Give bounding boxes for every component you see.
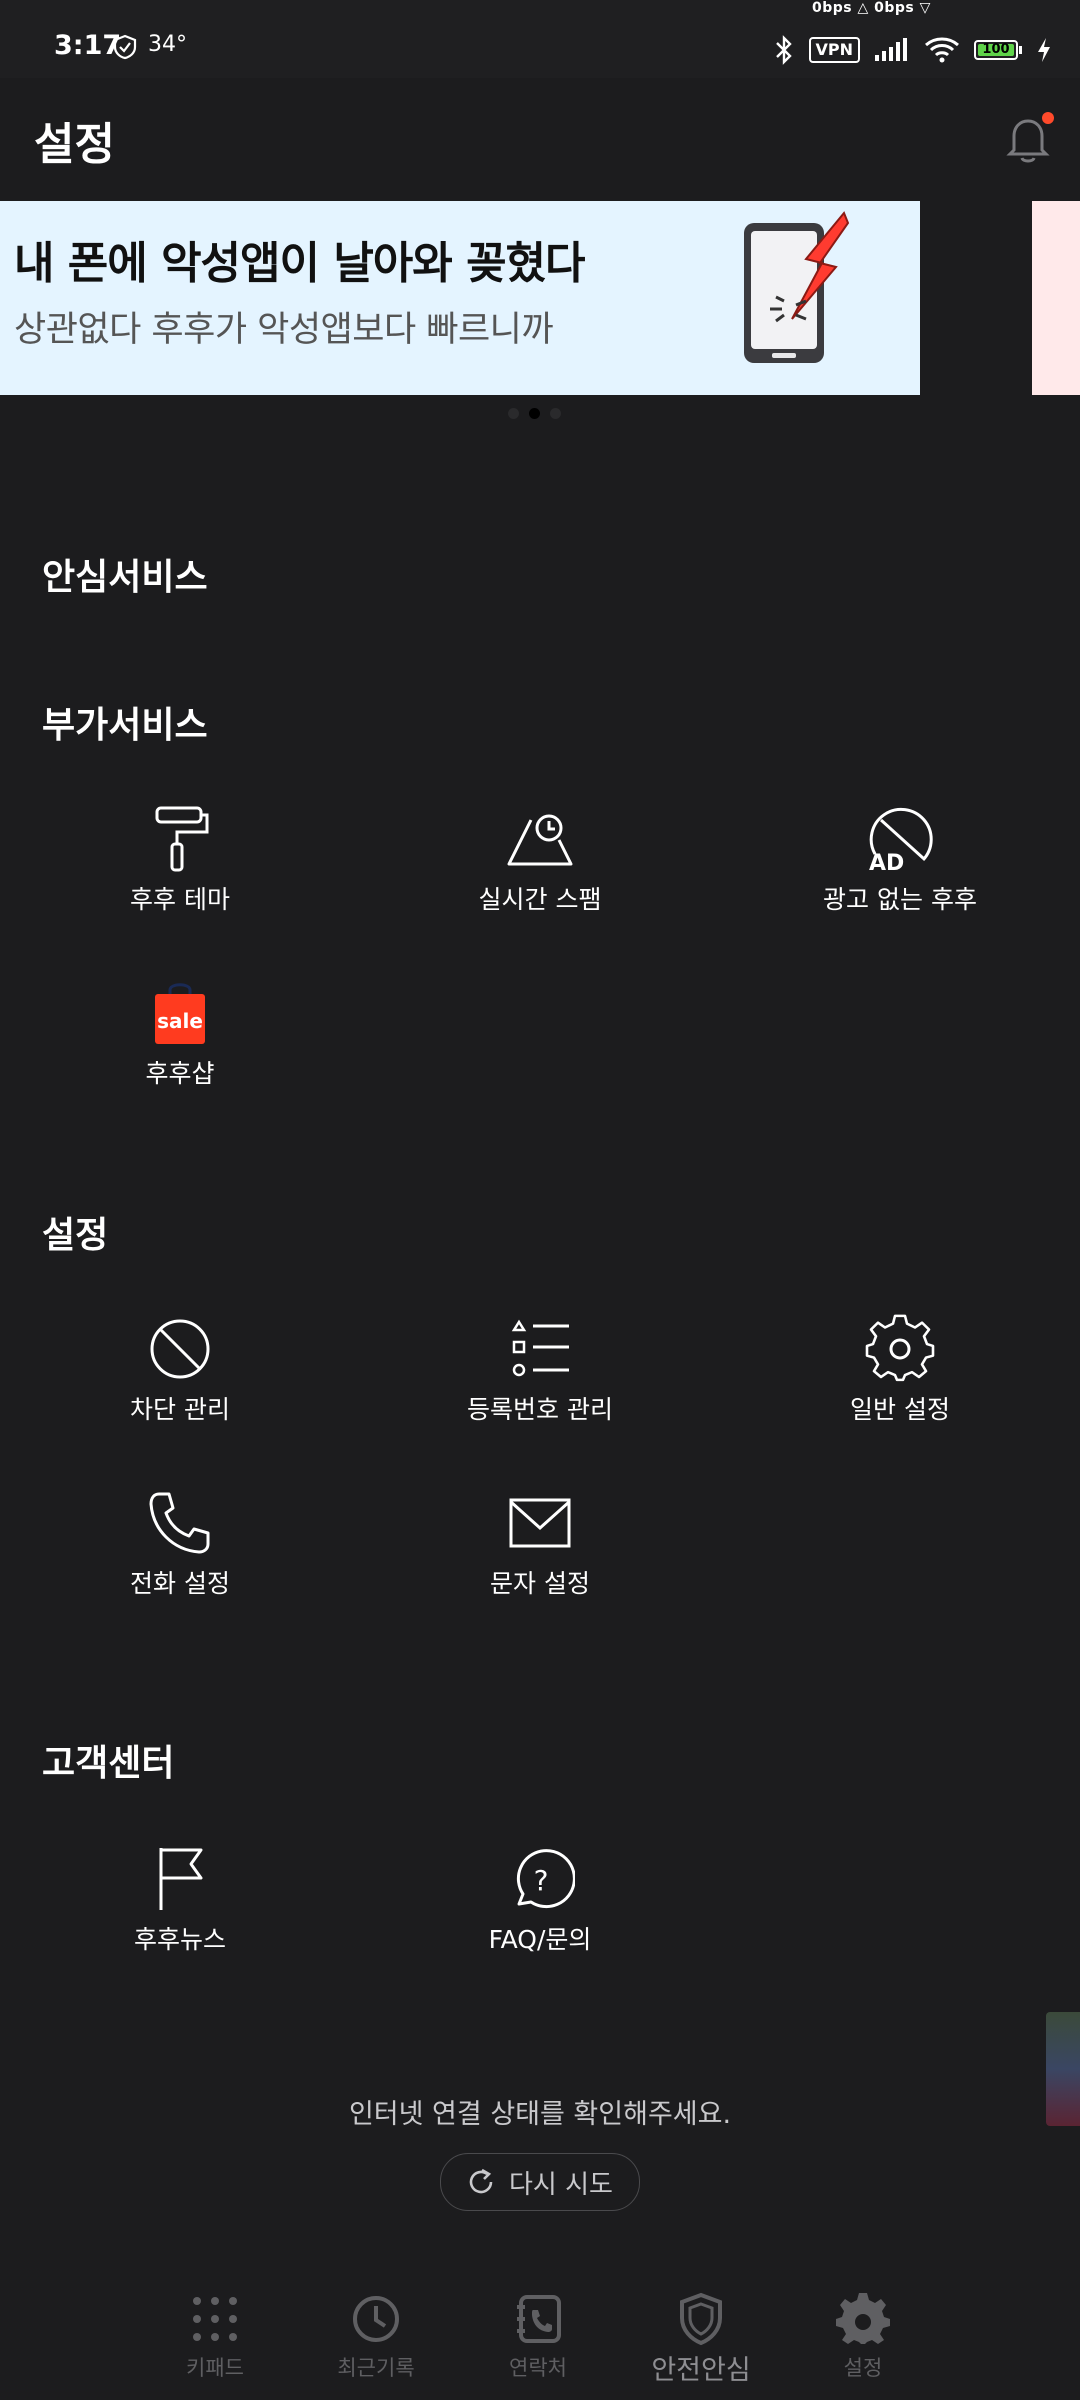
section-title-safe-service: 안심서비스 [42, 557, 208, 598]
menu-item-label: 문자 설정 [490, 1569, 590, 1598]
flag-icon [159, 1848, 203, 1910]
menu-item-label: 등록번호 관리 [467, 1395, 613, 1424]
menu-item-label: 실시간 스팸 [478, 885, 602, 914]
section-title-settings: 설정 [42, 1215, 109, 1256]
pagination-dot-active [529, 408, 540, 419]
menu-item-shop[interactable]: sale 후후샵 [30, 978, 330, 1128]
menu-item-message-settings[interactable]: 문자 설정 [390, 1488, 690, 1638]
nav-tab-label: 설정 [843, 2356, 883, 2380]
page-title: 설정 [34, 119, 115, 170]
charging-icon [1038, 38, 1050, 62]
list-icon [511, 1319, 569, 1377]
menu-item-theme[interactable]: 후후 테마 [30, 804, 330, 954]
vpn-icon: VPN [808, 37, 860, 63]
nav-tab-label: 연락처 [509, 2356, 567, 2380]
menu-item-label: 후후샵 [145, 1059, 215, 1088]
menu-item-general-settings[interactable]: 일반 설정 [750, 1314, 1050, 1464]
pagination-dot [508, 408, 519, 419]
network-error-message: 인터넷 연결 상태를 확인해주세요. [348, 2099, 732, 2130]
retry-button[interactable]: 다시 시도 [440, 2153, 640, 2211]
sale-bag-icon: sale [155, 983, 205, 1044]
gear-icon [865, 1314, 935, 1382]
nav-tab-contacts[interactable]: 연락처 [458, 2270, 618, 2400]
battery-icon: 100 [974, 40, 1022, 60]
menu-item-label: 전화 설정 [130, 1569, 230, 1598]
banner-subtitle: 상관없다 후후가 악성앱보다 빠르니까 [14, 310, 554, 350]
no-ad-icon: AD [869, 807, 933, 874]
status-icons: VPN 100 [773, 30, 1053, 70]
nav-tab-keypad[interactable]: 키패드 [135, 2270, 295, 2400]
paint-roller-icon [155, 806, 209, 872]
section-title-extra-service: 부가서비스 [42, 705, 208, 746]
menu-item-label: 광고 없는 후후 [823, 885, 977, 914]
floating-side-tab[interactable] [1046, 2012, 1080, 2126]
mail-icon [509, 1498, 571, 1548]
question-bubble-icon: ? [516, 1849, 575, 1909]
keypad-icon [193, 2297, 237, 2341]
menu-item-label: 차단 관리 [130, 1395, 230, 1424]
menu-item-label: 후후 테마 [130, 885, 230, 914]
nav-tab-label: 안전안심 [651, 2355, 751, 2386]
notification-button[interactable] [1000, 108, 1056, 168]
notification-badge [1042, 112, 1054, 124]
promo-banner[interactable]: 내 폰에 악성앱이 날아와 꽂혔다 상관없다 후후가 악성앱보다 빠르니까 [0, 201, 920, 395]
menu-item-block-manage[interactable]: 차단 관리 [30, 1314, 330, 1464]
menu-item-news[interactable]: 후후뉴스 [30, 1844, 330, 1994]
menu-item-faq[interactable]: ? FAQ/문의 [390, 1844, 690, 1994]
menu-item-no-ad[interactable]: AD 광고 없는 후후 [750, 804, 1050, 954]
block-icon [150, 1319, 210, 1379]
shield-icon [680, 2292, 722, 2346]
menu-item-realtime-spam[interactable]: 실시간 스팸 [390, 804, 690, 954]
refresh-icon [469, 2168, 493, 2194]
nav-tab-safety[interactable]: 안전안심 [621, 2270, 781, 2400]
nav-tab-settings[interactable]: 설정 [783, 2270, 943, 2400]
nav-tab-recent[interactable]: 최근기록 [296, 2270, 456, 2400]
retry-label: 다시 시도 [509, 2169, 613, 2200]
status-temperature: 34° [148, 32, 187, 57]
signal-icon [875, 38, 907, 61]
menu-item-call-settings[interactable]: 전화 설정 [30, 1488, 330, 1638]
contacts-icon [517, 2295, 561, 2343]
menu-item-registered-numbers[interactable]: 등록번호 관리 [390, 1314, 690, 1464]
realtime-spam-icon [507, 814, 573, 866]
network-speed: 0bps △ 0bps ▽ [812, 0, 931, 16]
menu-item-label: 일반 설정 [850, 1395, 950, 1424]
svg-text:AD: AD [869, 851, 904, 874]
sale-badge-text: sale [157, 1009, 203, 1033]
bottom-navigation: 키패드 최근기록 연락처 안전안심 설정 [0, 2270, 1080, 2400]
gear-icon [836, 2293, 890, 2344]
clock-icon [353, 2296, 399, 2342]
next-banner-peek[interactable] [1032, 201, 1080, 395]
section-title-support: 고객센터 [42, 1743, 175, 1784]
svg-text:?: ? [534, 1864, 549, 1897]
wifi-icon [925, 37, 959, 63]
menu-item-label: 후후뉴스 [133, 1925, 226, 1954]
pagination-dot [550, 408, 561, 419]
nav-tab-label: 키패드 [186, 2356, 244, 2380]
nav-tab-label: 최근기록 [337, 2356, 415, 2380]
banner-pagination [508, 408, 561, 419]
phone-lightning-icon [744, 211, 850, 363]
banner-title: 내 폰에 악성앱이 날아와 꽂혔다 [14, 238, 586, 289]
phone-icon [149, 1492, 210, 1554]
shield-check-icon [113, 34, 137, 60]
bluetooth-icon [775, 35, 792, 65]
menu-item-label: FAQ/문의 [488, 1925, 592, 1954]
